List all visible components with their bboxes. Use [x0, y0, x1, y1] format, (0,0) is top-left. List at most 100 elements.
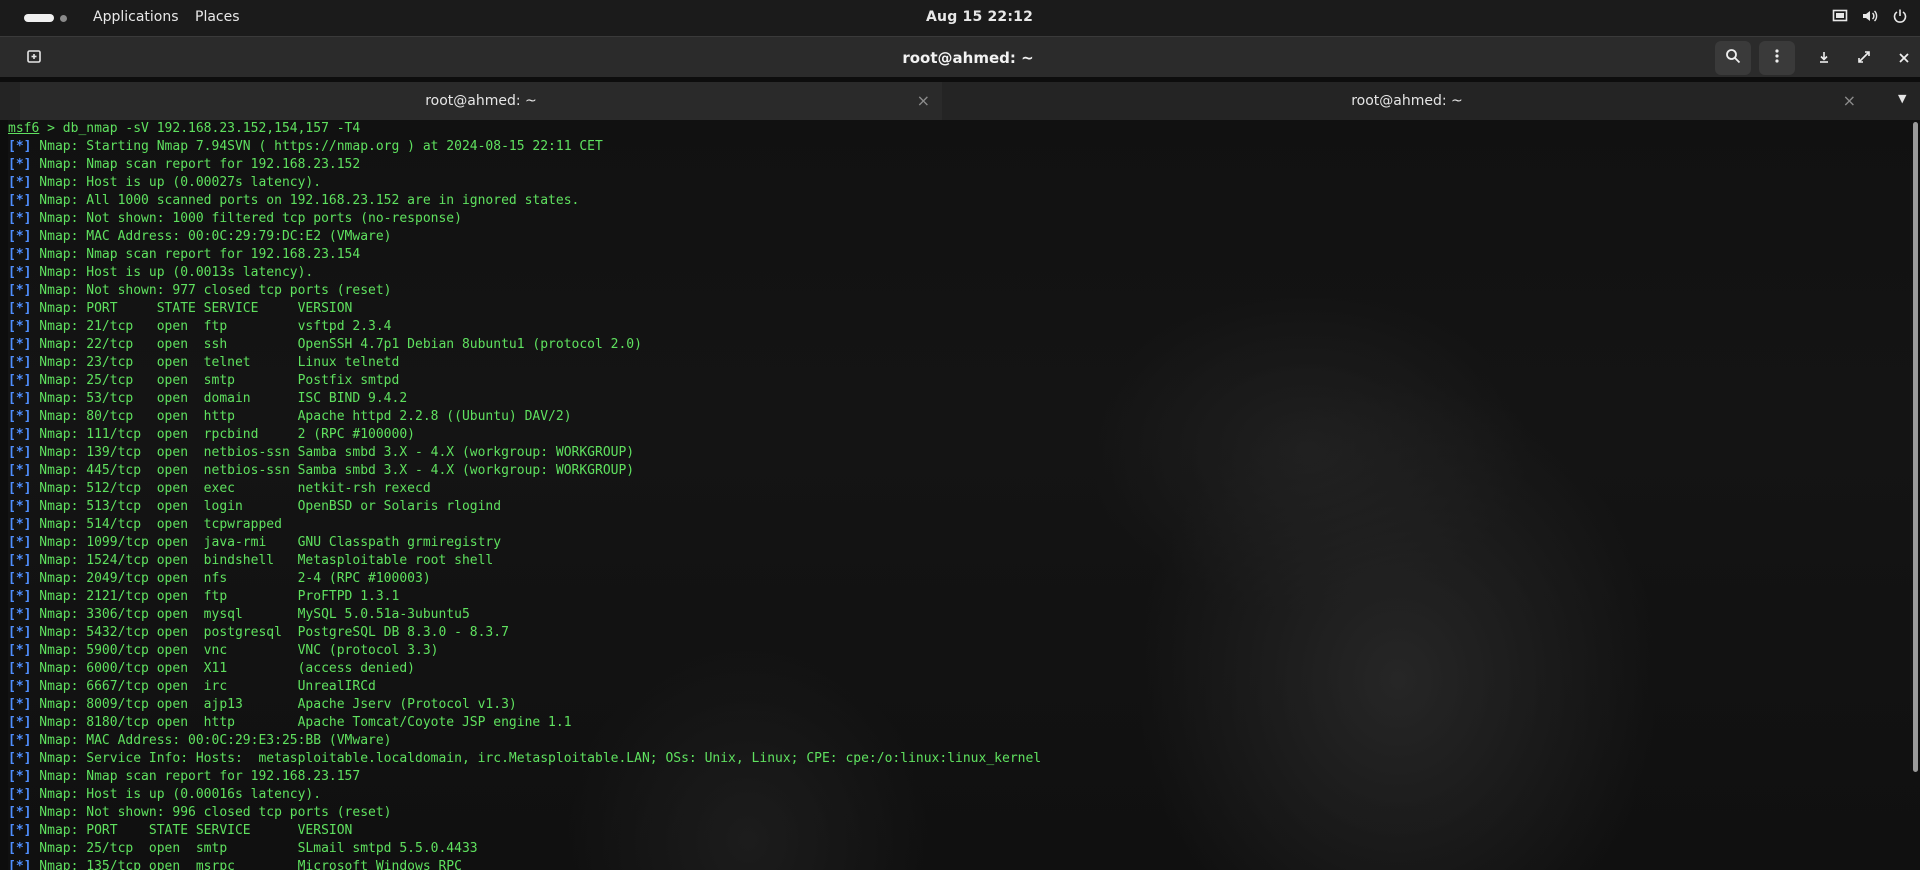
- status-tag: [*]: [8, 553, 32, 568]
- clock[interactable]: Aug 15 22:12: [926, 9, 1033, 25]
- tab-2[interactable]: root@ahmed: ~ ×: [946, 82, 1868, 120]
- scrollbar[interactable]: [1913, 122, 1918, 772]
- status-tag: [*]: [8, 805, 32, 820]
- output-line: [*] Nmap: 5432/tcp open postgresql Postg…: [8, 624, 1920, 642]
- output-text: Nmap: 6667/tcp open irc UnrealIRCd: [31, 679, 376, 694]
- output-line: [*] Nmap: 445/tcp open netbios-ssn Samba…: [8, 462, 1920, 480]
- status-tag: [*]: [8, 229, 32, 244]
- status-tag: [*]: [8, 571, 32, 586]
- output-line: [*] Nmap: Nmap scan report for 192.168.2…: [8, 156, 1920, 174]
- close-button[interactable]: [1886, 41, 1920, 75]
- status-tag: [*]: [8, 175, 32, 190]
- output-text: Nmap: 513/tcp open login OpenBSD or Sola…: [31, 499, 502, 514]
- status-tag: [*]: [8, 319, 32, 334]
- output-text: Nmap: 135/tcp open msrpc Microsoft Windo…: [31, 859, 462, 870]
- status-tag: [*]: [8, 499, 32, 514]
- main-menu-button[interactable]: [1759, 41, 1795, 75]
- workspace-indicator[interactable]: [24, 14, 67, 22]
- output-text: Nmap: Starting Nmap 7.94SVN ( https://nm…: [31, 139, 603, 154]
- status-tag: [*]: [8, 733, 32, 748]
- minimize-icon: [1817, 49, 1831, 68]
- screen-icon[interactable]: [1832, 8, 1848, 24]
- status-tag: [*]: [8, 463, 32, 478]
- output-text: Nmap: 80/tcp open http Apache httpd 2.2.…: [31, 409, 572, 424]
- output-text: Nmap: 2049/tcp open nfs 2-4 (RPC #100003…: [31, 571, 431, 586]
- output-line: [*] Nmap: 2049/tcp open nfs 2-4 (RPC #10…: [8, 570, 1920, 588]
- status-tag: [*]: [8, 751, 32, 766]
- output-line: [*] Nmap: Service Info: Hosts: metasploi…: [8, 750, 1920, 768]
- output-line: [*] Nmap: Host is up (0.00016s latency).: [8, 786, 1920, 804]
- status-tag: [*]: [8, 337, 32, 352]
- tab-close-icon[interactable]: ×: [1843, 91, 1856, 110]
- active-workspace-pill[interactable]: [24, 14, 54, 22]
- minimize-button[interactable]: [1806, 41, 1842, 75]
- output-text: Nmap: 445/tcp open netbios-ssn Samba smb…: [31, 463, 635, 478]
- output-text: Nmap: 3306/tcp open mysql MySQL 5.0.51a-…: [31, 607, 470, 622]
- status-tag: [*]: [8, 427, 32, 442]
- tab-bar: root@ahmed: ~ × root@ahmed: ~ × ▼: [0, 82, 1920, 124]
- output-text: Nmap: 111/tcp open rpcbind 2 (RPC #10000…: [31, 427, 415, 442]
- output-line: [*] Nmap: 111/tcp open rpcbind 2 (RPC #1…: [8, 426, 1920, 444]
- status-tag: [*]: [8, 697, 32, 712]
- output-line: [*] Nmap: Not shown: 1000 filtered tcp p…: [8, 210, 1920, 228]
- prompt: msf6: [8, 121, 40, 136]
- status-tag: [*]: [8, 283, 32, 298]
- menu-icon: [1769, 48, 1785, 68]
- places-menu[interactable]: Places: [195, 9, 240, 25]
- status-tag: [*]: [8, 715, 32, 730]
- output-text: Nmap: Host is up (0.00027s latency).: [31, 175, 322, 190]
- output-line: [*] Nmap: 1099/tcp open java-rmi GNU Cla…: [8, 534, 1920, 552]
- volume-icon[interactable]: [1862, 8, 1878, 24]
- tab-list-dropdown-icon[interactable]: ▼: [1898, 92, 1906, 105]
- status-tag: [*]: [8, 481, 32, 496]
- status-tag: [*]: [8, 301, 32, 316]
- output-text: Nmap: 5900/tcp open vnc VNC (protocol 3.…: [31, 643, 439, 658]
- status-tag: [*]: [8, 265, 32, 280]
- output-line: [*] Nmap: 513/tcp open login OpenBSD or …: [8, 498, 1920, 516]
- search-icon: [1725, 48, 1741, 68]
- status-tag: [*]: [8, 445, 32, 460]
- output-text: Nmap: All 1000 scanned ports on 192.168.…: [31, 193, 580, 208]
- status-tag: [*]: [8, 787, 32, 802]
- workspace-dot[interactable]: [60, 14, 67, 22]
- output-text: Nmap: 53/tcp open domain ISC BIND 9.4.2: [31, 391, 408, 406]
- output-text: Nmap: 1524/tcp open bindshell Metasploit…: [31, 553, 494, 568]
- status-tag: [*]: [8, 391, 32, 406]
- output-line: [*] Nmap: 139/tcp open netbios-ssn Samba…: [8, 444, 1920, 462]
- maximize-button[interactable]: [1846, 41, 1882, 75]
- output-text: Nmap: Host is up (0.00016s latency).: [31, 787, 322, 802]
- system-tray[interactable]: [1832, 8, 1908, 24]
- status-tag: [*]: [8, 679, 32, 694]
- output-line: [*] Nmap: Nmap scan report for 192.168.2…: [8, 246, 1920, 264]
- output-line: [*] Nmap: 21/tcp open ftp vsftpd 2.3.4: [8, 318, 1920, 336]
- applications-menu[interactable]: Applications: [93, 9, 179, 25]
- output-line: [*] Nmap: 53/tcp open domain ISC BIND 9.…: [8, 390, 1920, 408]
- status-tag: [*]: [8, 193, 32, 208]
- output-line: [*] Nmap: 25/tcp open smtp Postfix smtpd: [8, 372, 1920, 390]
- tab-1[interactable]: root@ahmed: ~ ×: [20, 82, 942, 124]
- output-text: Nmap: 139/tcp open netbios-ssn Samba smb…: [31, 445, 635, 460]
- maximize-icon: [1857, 49, 1871, 68]
- terminal-output[interactable]: msf6 > db_nmap -sV 192.168.23.152,154,15…: [8, 120, 1920, 870]
- power-icon[interactable]: [1892, 8, 1908, 24]
- tab-close-icon[interactable]: ×: [917, 91, 930, 110]
- status-tag: [*]: [8, 157, 32, 172]
- output-text: Nmap: 21/tcp open ftp vsftpd 2.3.4: [31, 319, 392, 334]
- output-text: Nmap: 23/tcp open telnet Linux telnetd: [31, 355, 400, 370]
- status-tag: [*]: [8, 643, 32, 658]
- output-text: Nmap: 8009/tcp open ajp13 Apache Jserv (…: [31, 697, 517, 712]
- search-button[interactable]: [1715, 41, 1751, 75]
- output-text: Nmap: Not shown: 977 closed tcp ports (r…: [31, 283, 392, 298]
- output-line: [*] Nmap: 2121/tcp open ftp ProFTPD 1.3.…: [8, 588, 1920, 606]
- status-tag: [*]: [8, 823, 32, 838]
- output-line: [*] Nmap: 80/tcp open http Apache httpd …: [8, 408, 1920, 426]
- output-line: [*] Nmap: MAC Address: 00:0C:29:79:DC:E2…: [8, 228, 1920, 246]
- output-line: [*] Nmap: 5900/tcp open vnc VNC (protoco…: [8, 642, 1920, 660]
- status-tag: [*]: [8, 859, 32, 870]
- output-line: [*] Nmap: Not shown: 977 closed tcp port…: [8, 282, 1920, 300]
- close-icon: [1898, 49, 1910, 68]
- output-text: Nmap: 514/tcp open tcpwrapped: [31, 517, 282, 532]
- status-tag: [*]: [8, 625, 32, 640]
- output-text: Nmap: Nmap scan report for 192.168.23.15…: [31, 157, 361, 172]
- output-text: Nmap: 8180/tcp open http Apache Tomcat/C…: [31, 715, 572, 730]
